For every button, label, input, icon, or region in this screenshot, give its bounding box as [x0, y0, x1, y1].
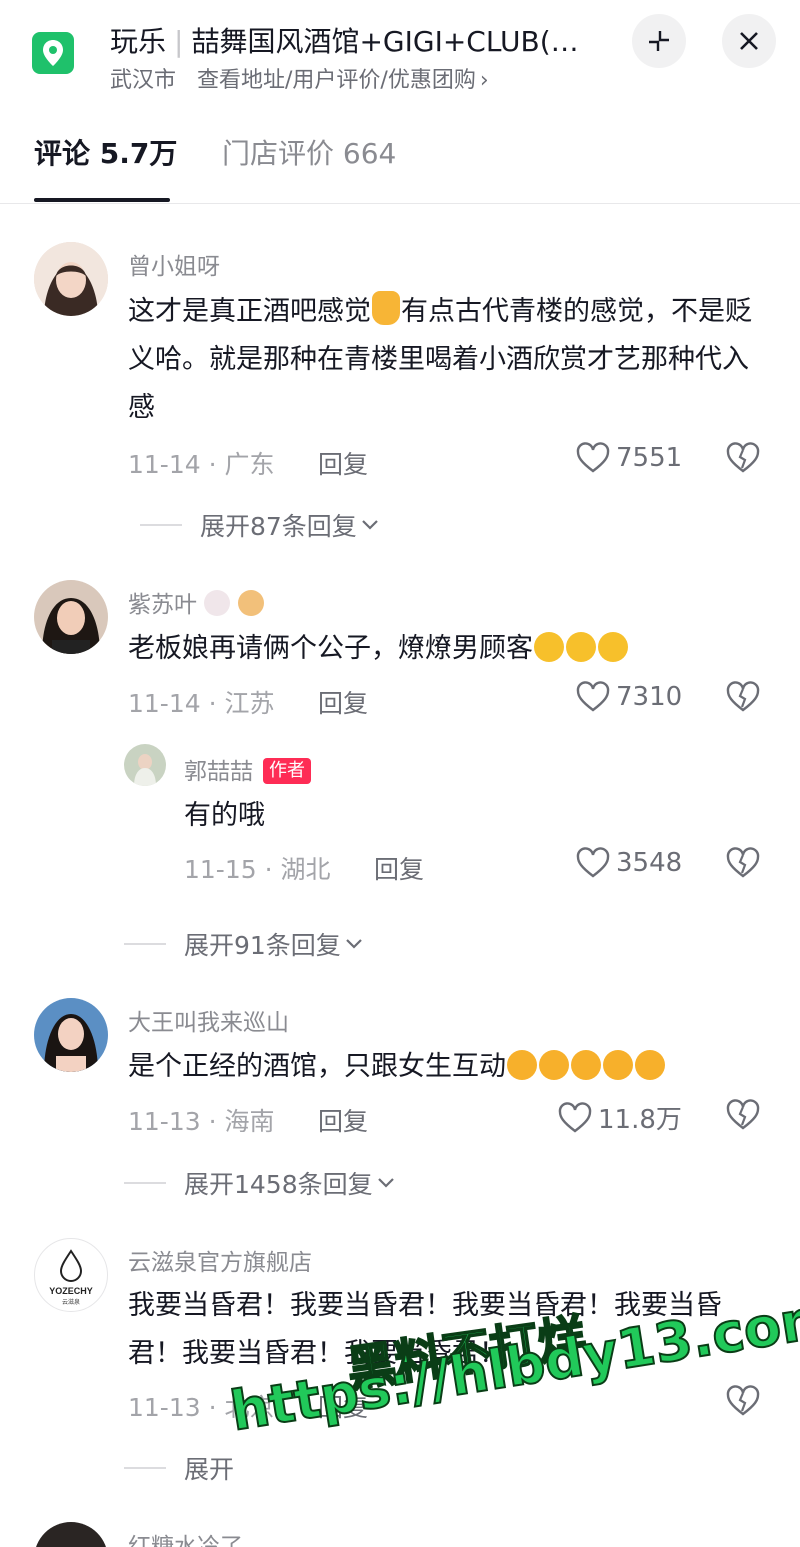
store-links: 查看地址/用户评价/优惠团购	[197, 68, 476, 93]
comment-meta: 11-15 · 湖北	[184, 855, 331, 884]
heart-eyes-emoji	[603, 1050, 633, 1080]
broken-heart-icon	[726, 681, 760, 712]
like-button[interactable]: 3548	[576, 847, 682, 879]
comment-text: 是个正经的酒馆，只跟女生互动	[128, 1043, 778, 1091]
dislike-button[interactable]	[726, 681, 760, 717]
avatar[interactable]	[124, 744, 166, 786]
city-label: 武汉市	[110, 68, 177, 93]
comment-username[interactable]: 郭喆喆 作者	[184, 752, 311, 786]
like-button[interactable]: 7551	[576, 442, 682, 474]
expand-replies[interactable]: 展开87条回复	[140, 507, 379, 543]
expand-replies[interactable]: 展开1458条回复	[124, 1165, 395, 1201]
author-badge: 作者	[263, 758, 311, 784]
expand-replies[interactable]: 展开91条回复	[124, 926, 363, 962]
chevron-right-icon: ›	[479, 68, 489, 93]
top-bar: 玩乐 | 喆舞国风酒馆+GIGI+CLUB(… 武汉市 查看地址/用户评价/优惠团购…	[0, 0, 800, 110]
avatar[interactable]	[34, 242, 108, 316]
minimize-icon	[649, 31, 669, 51]
chevron-down-icon	[346, 939, 362, 949]
close-icon	[740, 32, 758, 50]
active-tab-indicator	[34, 198, 170, 202]
reply-button[interactable]: 回复	[318, 684, 368, 720]
divider-line	[124, 1467, 166, 1469]
reply-button[interactable]: 回复	[318, 445, 368, 481]
tab-bar: 评论 5.7万 门店评价 664	[0, 110, 800, 204]
comment-text: 这才是真正酒吧感觉 有点古代青楼的感觉，不是贬义哈。就是那种在青楼里喝着小酒欣赏才…	[128, 288, 758, 432]
category-label: 玩乐	[110, 25, 167, 58]
comment-text-part: 老板娘再请俩个公子，燎燎男顾客	[128, 633, 533, 664]
location-pin-icon	[32, 32, 74, 74]
expand-replies[interactable]: 展开	[124, 1450, 234, 1486]
like-count: 7551	[616, 443, 683, 473]
reply-button[interactable]: 回复	[374, 850, 424, 886]
close-button[interactable]	[722, 14, 776, 68]
avatar[interactable]	[34, 1522, 108, 1547]
comment-meta: 11-14 · 江苏	[128, 689, 275, 718]
comment-username[interactable]: 紫苏叶	[128, 585, 264, 619]
chevron-down-icon	[377, 1178, 394, 1188]
broken-heart-icon	[726, 847, 760, 878]
like-count: 11.8万	[598, 1105, 682, 1135]
rabbit-emoji	[204, 590, 231, 616]
like-button[interactable]: 11.8万	[558, 1099, 682, 1136]
tab-store-reviews[interactable]: 门店评价 664	[222, 132, 396, 172]
heart-icon	[576, 681, 610, 712]
divider-line	[124, 943, 166, 945]
like-count: 7310	[616, 682, 683, 712]
store-title[interactable]: 玩乐 | 喆舞国风酒馆+GIGI+CLUB(…	[110, 20, 579, 60]
expand-replies-label: 展开87条回复	[200, 512, 357, 541]
svg-text:云滋泉: 云滋泉	[62, 1298, 80, 1306]
dislike-button[interactable]	[726, 1099, 760, 1135]
minimize-button[interactable]	[632, 14, 686, 68]
store-name: 喆舞国风酒馆+GIGI+CLUB(…	[191, 25, 579, 58]
broken-heart-icon	[726, 442, 760, 473]
avatar[interactable]: YOZECHY 云滋泉	[34, 1238, 108, 1312]
laughing-emoji	[566, 632, 596, 662]
divider-line	[124, 1182, 166, 1184]
comment-meta: 11-13 · 海南	[128, 1107, 275, 1136]
comment-text: 老板娘再请俩个公子，燎燎男顾客	[128, 625, 768, 673]
laughing-emoji	[534, 632, 564, 662]
broken-heart-icon	[726, 1385, 760, 1416]
comment-text-part: 是个正经的酒馆，只跟女生互动	[128, 1051, 506, 1082]
tab-comments[interactable]: 评论 5.7万	[34, 132, 177, 172]
heart-eyes-emoji	[507, 1050, 537, 1080]
comment-text: 有的哦	[184, 800, 265, 831]
dislike-button[interactable]	[726, 847, 760, 883]
comment-username[interactable]: 红糖水冷了	[128, 1527, 243, 1547]
expand-replies-label: 展开91条回复	[184, 931, 341, 960]
avatar[interactable]	[34, 998, 108, 1072]
heart-icon	[576, 442, 610, 473]
comment-username[interactable]: 曾小姐呀	[128, 247, 220, 281]
dislike-button[interactable]	[726, 1385, 760, 1421]
thumbs-up-emoji	[372, 291, 400, 325]
expand-replies-label: 展开	[184, 1455, 235, 1484]
lion-emoji	[237, 590, 264, 616]
heart-icon	[558, 1101, 592, 1133]
broken-heart-icon	[726, 1099, 760, 1130]
avatar[interactable]	[34, 580, 108, 654]
like-button[interactable]: 7310	[576, 681, 682, 713]
comment-username[interactable]: 大王叫我来巡山	[128, 1003, 289, 1037]
comment-username[interactable]: 云滋泉官方旗舰店	[128, 1243, 312, 1277]
comment-meta: 11-14 · 广东	[128, 450, 275, 479]
chevron-down-icon	[362, 520, 378, 530]
dislike-button[interactable]	[726, 442, 760, 478]
like-count: 3548	[616, 848, 683, 878]
heart-eyes-emoji	[539, 1050, 569, 1080]
store-info-link[interactable]: 武汉市 查看地址/用户评价/优惠团购 ›	[110, 62, 489, 94]
reply-button[interactable]: 回复	[318, 1102, 368, 1138]
comment-text-part: 这才是真正酒吧感觉	[128, 296, 371, 327]
heart-icon	[576, 847, 610, 878]
heart-eyes-emoji	[571, 1050, 601, 1080]
laughing-emoji	[598, 632, 628, 662]
heart-eyes-emoji	[635, 1050, 665, 1080]
expand-replies-label: 展开1458条回复	[184, 1170, 373, 1199]
divider-line	[140, 524, 182, 526]
svg-text:YOZECHY: YOZECHY	[49, 1286, 93, 1296]
